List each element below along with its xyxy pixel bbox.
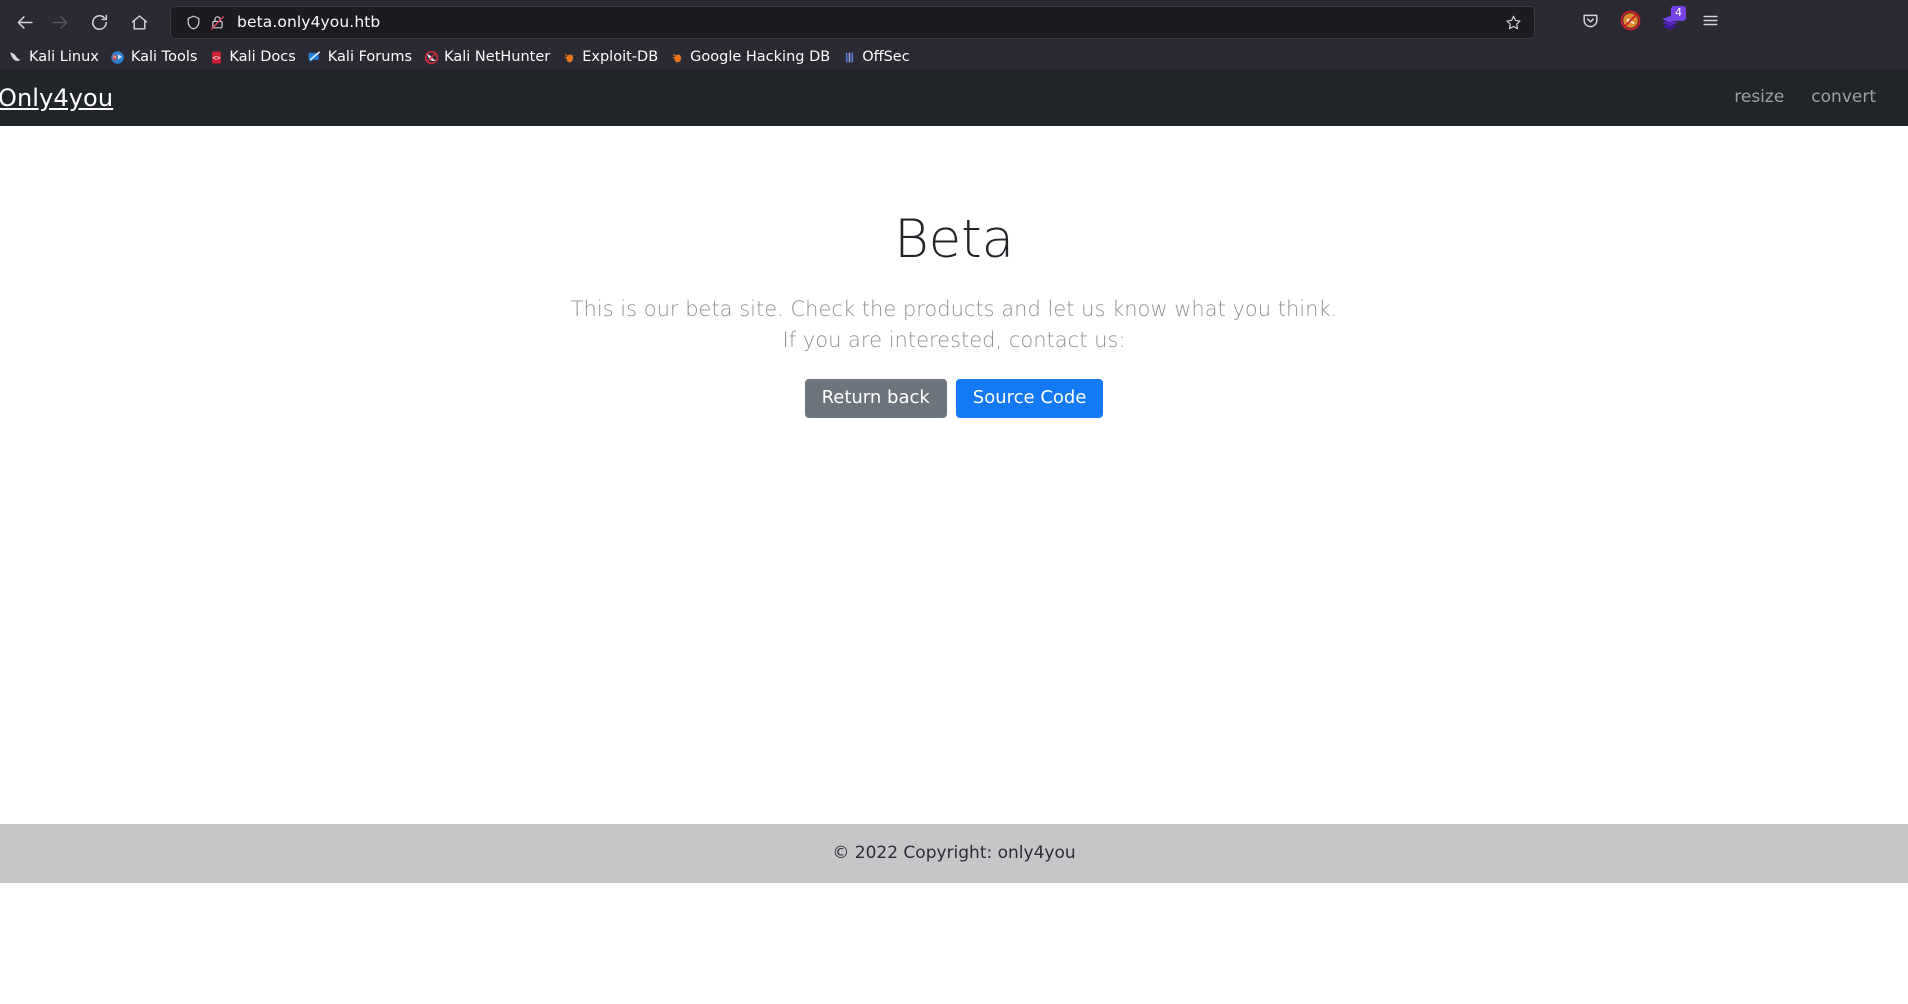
pocket-button[interactable] [1573,6,1607,40]
bookmark-exploit-db[interactable]: Exploit-DB [557,46,665,68]
bookmark-label: OffSec [862,48,910,65]
bookmark-label: Kali Docs [229,48,296,65]
bookmark-label: Google Hacking DB [690,48,831,65]
return-back-button[interactable]: Return back [804,379,947,419]
site-brand-link[interactable]: Only4you [0,86,113,110]
source-code-button[interactable]: Source Code [955,379,1104,419]
url-text[interactable]: beta.only4you.htb [229,15,1500,31]
kali-nethunter-icon [423,49,439,65]
bookmark-label: Kali Forums [327,48,413,65]
kali-tools-icon [110,49,126,65]
bookmark-label: Kali Linux [29,48,99,65]
browser-navigation-toolbar: beta.only4you.htb 4 [0,0,1908,45]
site-nav-links: resize convert [1734,89,1908,106]
bookmark-kali-linux[interactable]: Kali Linux [4,46,106,68]
forward-button[interactable] [42,6,76,40]
nav-link-resize[interactable]: resize [1734,89,1784,106]
bookmark-label: Exploit-DB [582,48,659,65]
page-subtitle-line-2: If you are interested, contact us: [782,328,1126,353]
page-title: Beta [894,209,1014,270]
page-subtitle-line-1: This is our beta site. Check the product… [570,297,1338,322]
kali-dragon-icon [8,49,24,65]
google-hacking-db-icon [669,49,685,65]
main-content: Beta This is our beta site. Check the pr… [0,126,1908,419]
action-button-row: Return back Source Code [0,379,1908,419]
bookmark-kali-docs[interactable]: <> Kali Docs [204,46,302,68]
browser-chrome: beta.only4you.htb 4 Kali Linux Kali Tool… [0,0,1908,69]
reload-button[interactable] [82,6,116,40]
toolbar-right-group: 4 [1573,5,1733,40]
noscript-blocked-icon [1620,10,1641,35]
exploit-db-icon [561,49,577,65]
insecure-lock-icon[interactable] [205,11,229,35]
back-button[interactable] [8,6,42,40]
kali-forums-icon [307,49,323,65]
kali-docs-icon: <> [208,49,224,65]
bookmark-kali-nethunter[interactable]: Kali NetHunter [419,46,557,68]
extension-count-badge: 4 [1671,5,1686,21]
reload-icon [90,13,109,32]
page-content: Only4you resize convert Beta This is our… [0,69,1908,883]
noscript-button[interactable] [1613,6,1647,40]
svg-text:<>: <> [212,54,220,62]
home-icon [130,13,149,32]
back-arrow-icon [16,13,35,32]
app-menu-button[interactable] [1693,6,1727,40]
forward-arrow-icon [50,13,69,32]
bookmark-kali-forums[interactable]: Kali Forums [303,46,419,68]
bookmark-offsec[interactable]: OffSec [837,46,917,68]
footer-copyright: © 2022 Copyright: only4you [832,843,1076,863]
bookmark-label: Kali NetHunter [444,48,551,65]
home-button[interactable] [122,6,156,40]
bookmark-google-hacking-db[interactable]: Google Hacking DB [665,46,837,68]
tracking-protection-shield-icon[interactable] [181,11,205,35]
offsec-icon [841,49,857,65]
site-footer: © 2022 Copyright: only4you [0,824,1908,883]
bookmarks-toolbar: Kali Linux Kali Tools <> Kali Docs Kali … [0,45,1908,69]
address-bar[interactable]: beta.only4you.htb [170,6,1535,39]
bookmark-kali-tools[interactable]: Kali Tools [106,46,205,68]
bookmark-star-icon[interactable] [1500,10,1526,36]
extensions-button[interactable]: 4 [1653,5,1687,40]
bookmark-label: Kali Tools [130,48,198,65]
nav-link-convert[interactable]: convert [1811,89,1876,106]
hamburger-menu-icon [1701,11,1720,34]
pocket-icon [1581,11,1600,34]
site-navbar: Only4you resize convert [0,69,1908,126]
